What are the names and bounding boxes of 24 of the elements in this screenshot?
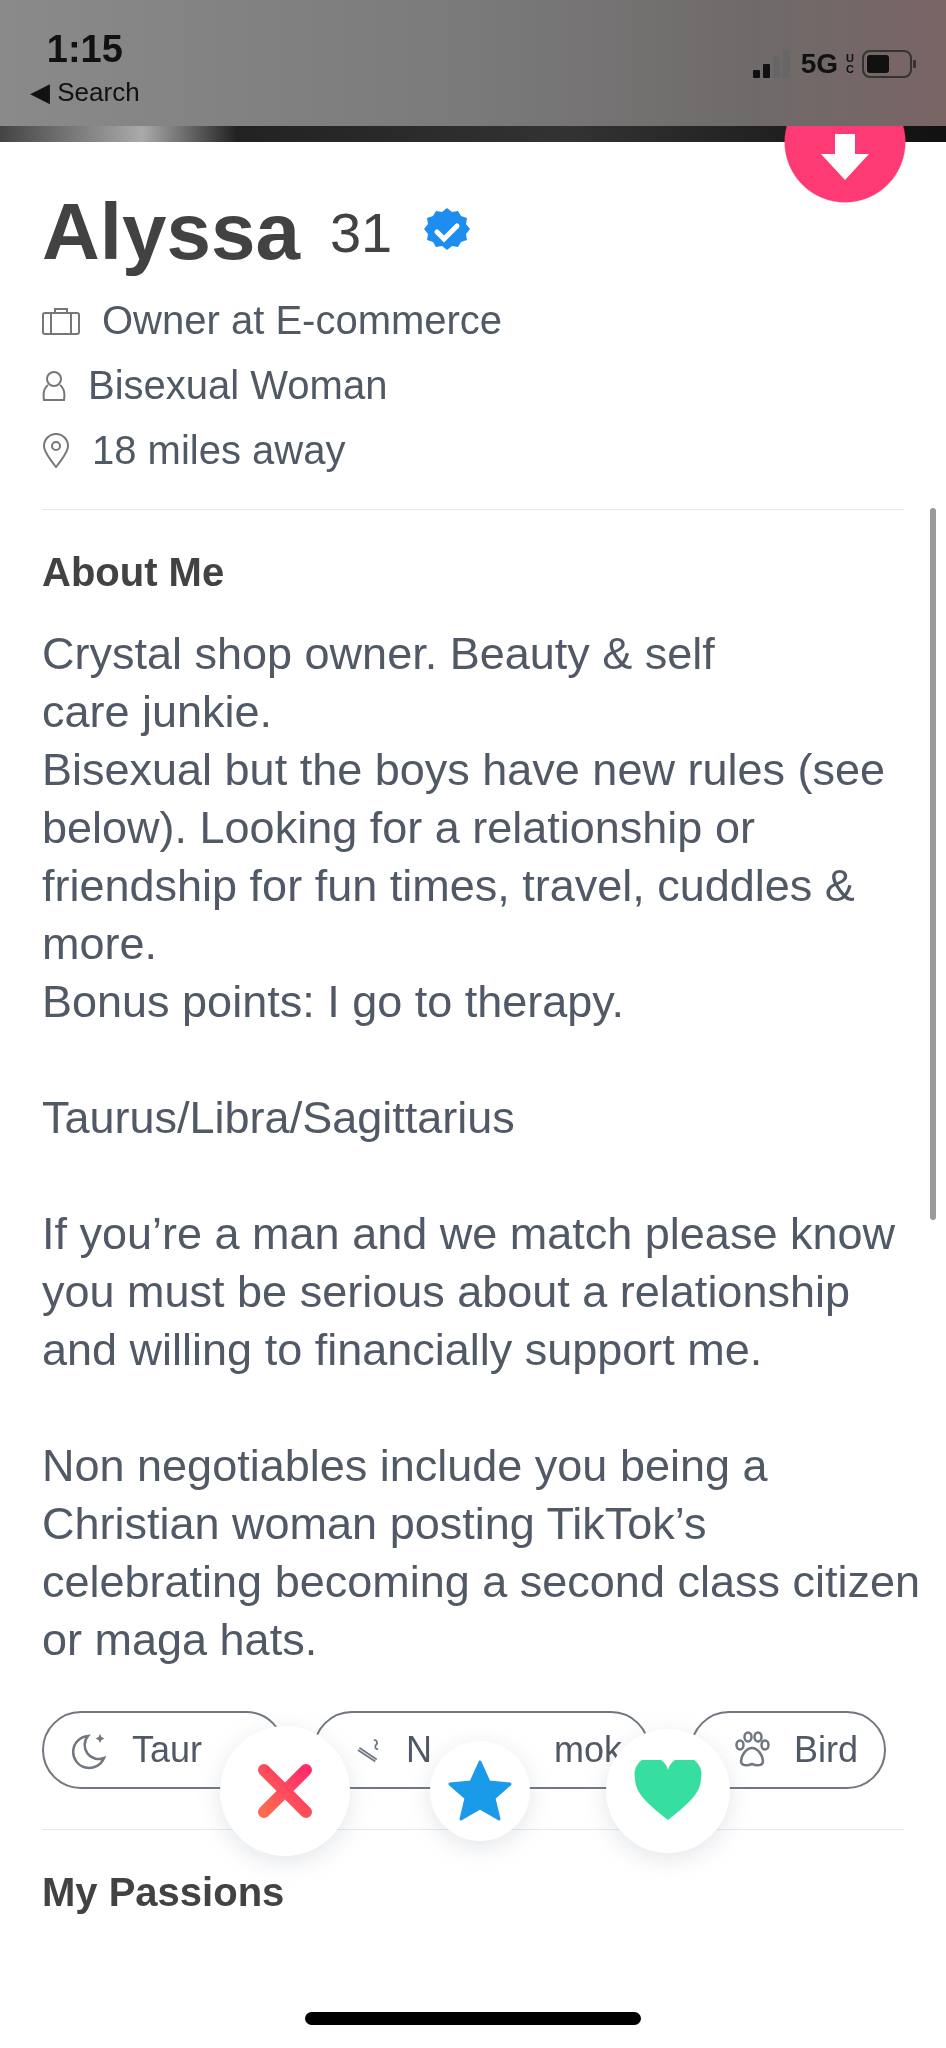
section-heading: About Me	[42, 550, 226, 595]
profile-detail: 18 miles away	[92, 428, 346, 473]
section-heading: My Passions	[42, 1870, 286, 1915]
location-pin-icon	[42, 432, 70, 469]
profile-detail: Owner at E-commerce	[102, 298, 503, 343]
status-time: 1:15	[46, 28, 123, 71]
network-label: 5G	[800, 48, 838, 80]
battery-icon	[862, 50, 918, 78]
signal-icon	[752, 50, 793, 78]
briefcase-icon	[42, 306, 80, 335]
bio-paragraph: Taurus/Libra/Sagittarius	[42, 1091, 516, 1145]
back-link[interactable]: ◀ Search	[30, 77, 140, 108]
bio-paragraph: Crystal shop owner. Beauty & self care junkie. Bisexual but the boys have new rules (see below). Looking for a relationship or friendship for fun times, travel, cuddles & more. Bonus points: I go to therapy.	[42, 627, 886, 1029]
profile-detail: Bisexual Woman	[88, 363, 388, 408]
bio-paragraph: If you’re a man and we match please know you must be serious about a relationship and willing to financially support me.	[42, 1207, 896, 1377]
bio-paragraph: Non negotiables include you being a Christian woman posting TikTok’s celebrating becoming a second class citizen or maga hats.	[42, 1439, 921, 1667]
star-icon	[448, 1760, 512, 1822]
down-arrow-icon	[820, 134, 870, 180]
cross-icon	[256, 1762, 314, 1820]
profile-name: Alyssa	[42, 186, 300, 278]
heart-icon	[633, 1760, 703, 1822]
profile-age: 31	[329, 199, 393, 265]
person-icon	[42, 369, 66, 402]
network-sublabel: UC	[846, 53, 854, 75]
